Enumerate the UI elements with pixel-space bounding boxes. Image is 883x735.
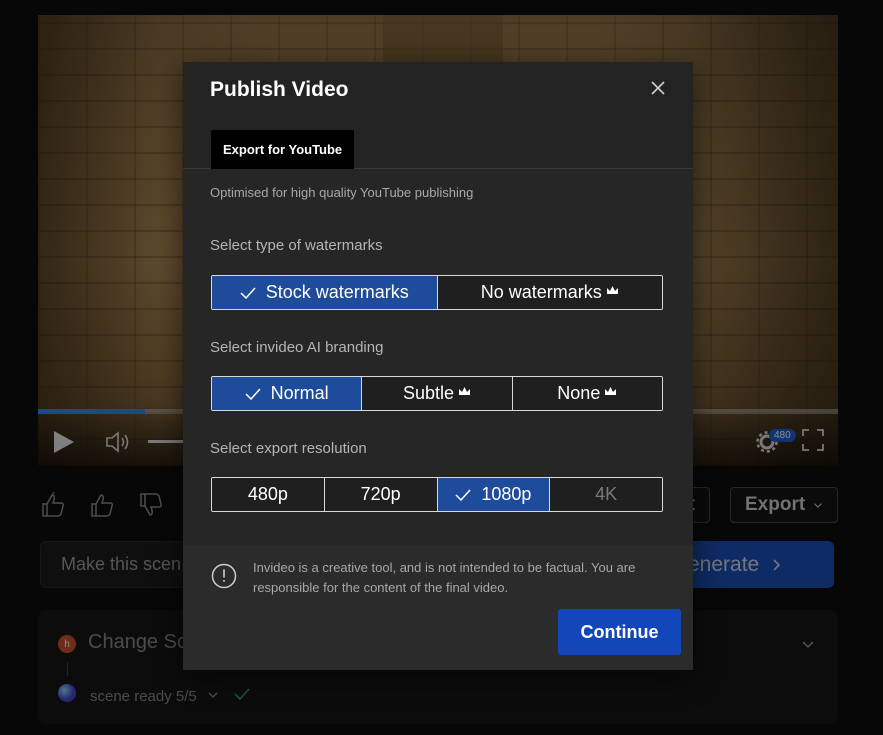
option-label: 720p xyxy=(360,484,401,504)
modal-title: Publish Video xyxy=(210,78,349,101)
option-label: Subtle xyxy=(402,383,455,403)
tab-export-youtube[interactable]: Export for YouTube xyxy=(211,130,355,169)
option-4k[interactable]: 4K xyxy=(550,478,662,511)
option-label: Stock watermarks xyxy=(265,282,409,302)
option-label: 480p xyxy=(247,484,288,504)
watermarks-selector: Stock watermarks No watermarks xyxy=(211,275,663,310)
watermarks-label: Select type of watermarks xyxy=(210,237,383,254)
option-label: Normal xyxy=(270,383,329,403)
option-label: 4K xyxy=(595,484,618,504)
option-480p[interactable]: 480p xyxy=(212,478,325,511)
branding-selector: Normal Subtle None xyxy=(211,376,663,411)
option-none[interactable]: None xyxy=(512,377,662,410)
crown-icon xyxy=(606,286,618,294)
modal-footer: Invideo is a creative tool, and is not i… xyxy=(183,545,693,670)
crown-icon xyxy=(459,387,471,395)
branding-label: Select invideo AI branding xyxy=(210,339,384,356)
checkmark-icon xyxy=(455,488,471,501)
continue-button[interactable]: Continue xyxy=(558,609,681,655)
option-no-watermarks[interactable]: No watermarks xyxy=(437,276,662,309)
tab-subtitle: Optimised for high quality YouTube publi… xyxy=(210,185,474,200)
option-label: 1080p xyxy=(481,484,532,504)
option-stock-watermarks[interactable]: Stock watermarks xyxy=(212,276,438,309)
checkmark-icon xyxy=(245,387,261,400)
info-icon xyxy=(211,563,237,589)
tab-panel: Optimised for high quality YouTube publi… xyxy=(183,169,693,545)
crown-icon xyxy=(605,387,617,395)
option-label: No watermarks xyxy=(480,282,602,302)
page: 480 t Export Make this scen enerate h Ch… xyxy=(0,0,883,735)
checkmark-icon xyxy=(240,286,256,299)
resolution-selector: 480p 720p 1080p 4K xyxy=(211,477,663,512)
option-label: None xyxy=(557,383,601,403)
option-normal[interactable]: Normal xyxy=(212,377,363,410)
publish-video-modal: Publish Video Export for YouTube Optimis… xyxy=(183,62,693,670)
tab-bar: Export for YouTube xyxy=(183,130,693,169)
option-subtle[interactable]: Subtle xyxy=(362,377,513,410)
resolution-label: Select export resolution xyxy=(210,440,367,457)
option-720p[interactable]: 720p xyxy=(324,478,438,511)
close-icon[interactable] xyxy=(649,79,667,97)
disclaimer-text: Invideo is a creative tool, and is not i… xyxy=(253,560,636,595)
option-1080p[interactable]: 1080p xyxy=(437,478,551,511)
